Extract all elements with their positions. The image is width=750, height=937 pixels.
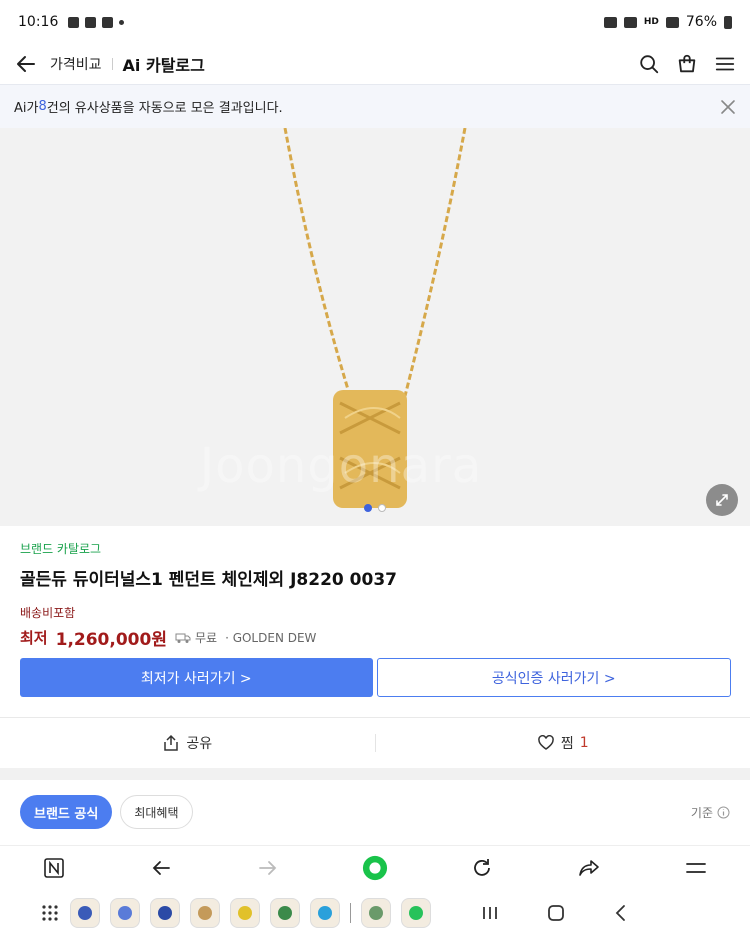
truck-icon [175, 633, 191, 643]
browser-back-button[interactable] [148, 855, 174, 881]
refresh-button[interactable] [469, 855, 495, 881]
divider [350, 903, 351, 923]
standard-info[interactable]: 기준 [691, 804, 730, 821]
app-header: 가격비교 Ai 카탈로그 [0, 44, 750, 84]
shopping-bag-icon[interactable] [676, 53, 698, 75]
shipping-included-label: 배송비포함 [20, 606, 76, 620]
info-icon [717, 806, 730, 818]
app-frame: 10:16 HD 76% 가격비교 Ai 카탈로그 Ai가 8건의 유사상품을 [0, 0, 750, 937]
status-time: 10:16 [18, 14, 59, 30]
back-arrow-icon [152, 860, 170, 875]
share-button[interactable]: 공유 [0, 733, 375, 753]
tablet-app-icon[interactable] [361, 898, 391, 928]
ai-banner-count: 8 [38, 99, 47, 114]
brand-catalog-label[interactable]: 브랜드 카탈로그 [20, 540, 730, 557]
price-value: 1,260,000원 [55, 630, 167, 650]
notification-icons [68, 16, 125, 28]
page-title: Ai 카탈로그 [122, 56, 205, 75]
naver-icon [43, 857, 64, 878]
ai-banner-prefix: Ai가 [14, 101, 39, 116]
alarm-icon [603, 16, 617, 28]
system-nav-bar [0, 889, 750, 937]
network-label: HD [643, 17, 659, 27]
notification-icon [68, 16, 80, 28]
bear-app-icon[interactable] [190, 898, 220, 928]
pager-dot[interactable] [378, 504, 386, 512]
tab-max-benefit[interactable]: 최대혜택 [120, 795, 193, 829]
wifi-icon [623, 16, 637, 28]
refresh-icon [474, 858, 491, 876]
recents-icon[interactable] [481, 905, 499, 921]
yellow-app-icon[interactable] [230, 898, 260, 928]
delivery-info: 무료 [175, 629, 217, 646]
green-app-icon[interactable] [270, 898, 300, 928]
lowest-price-button[interactable]: 최저가 사러가기 > [20, 658, 373, 697]
green-dot-button[interactable] [362, 855, 388, 881]
search-icon[interactable] [638, 53, 660, 75]
delivery-text: 무료 [194, 631, 218, 645]
header-actions [638, 53, 736, 75]
filter-tabs: 브랜드 공식 최대혜택 기준 [20, 795, 730, 829]
image-icon [102, 16, 114, 28]
ai-result-banner: Ai가 8 건의 유사상품을 자동으로 모은 결과입니다. [0, 84, 750, 128]
standard-label: 기준 [690, 805, 713, 820]
product-name: 골든듀 듀이터널스1 펜던트 체인제외 J8220 0037 [20, 570, 397, 590]
menu-icon [686, 862, 707, 873]
action-row: 공유 찜 1 [0, 718, 750, 768]
purchase-buttons: 최저가 사러가기 > 공식인증 사러가기 > [20, 658, 731, 697]
seller-name: · GOLDEN DEW [225, 630, 317, 645]
telegram-app-icon[interactable] [310, 898, 340, 928]
battery-percent: 76% [685, 14, 717, 30]
share-icon [164, 734, 179, 751]
system-buttons [481, 904, 629, 922]
share-arrow-icon [579, 859, 600, 876]
tab-brand-official[interactable]: 브랜드 공식 [20, 795, 113, 829]
naver-home-button[interactable] [41, 855, 67, 881]
browser-menu-button[interactable] [683, 855, 709, 881]
heart-icon [538, 735, 554, 750]
ai-banner-suffix: 건의 유사상품을 자동으로 모은 결과입니다. [46, 101, 283, 116]
wish-button[interactable]: 찜 1 [376, 733, 750, 753]
official-purchase-button[interactable]: 공식인증 사러가기 > [376, 658, 731, 697]
expand-icon [716, 494, 728, 506]
breadcrumb-price-compare[interactable]: 가격비교 [50, 54, 102, 74]
back-icon[interactable] [613, 904, 629, 922]
image-pager[interactable] [0, 504, 750, 512]
wish-count: 1 [579, 735, 589, 751]
product-image[interactable]: Joongonara [0, 128, 750, 526]
phone-app-icon[interactable] [70, 898, 100, 928]
battery-icon [724, 15, 732, 29]
blue-app-icon[interactable] [150, 898, 180, 928]
product-info: 브랜드 카탈로그 골든듀 듀이터널스1 펜던트 체인제외 J8220 0037 … [20, 540, 730, 650]
pager-dot[interactable] [364, 504, 372, 512]
browser-toolbar [0, 845, 750, 889]
expand-button[interactable] [706, 484, 738, 516]
wish-label: 찜 [560, 736, 574, 752]
chat-app-icon[interactable] [110, 898, 140, 928]
green-dot-icon [362, 855, 388, 880]
signal-icon [665, 16, 679, 28]
menu-icon[interactable] [714, 53, 736, 75]
price-row: 최저 1,260,000원 무료 · GOLDEN DEW [20, 625, 730, 650]
watermark: Joongonara [200, 438, 483, 494]
forward-arrow-icon [258, 860, 277, 875]
close-icon[interactable] [720, 99, 736, 115]
back-arrow-icon[interactable] [14, 52, 38, 76]
breadcrumb-separator [111, 58, 113, 70]
talk-icon [85, 16, 97, 28]
price-label: 최저 [20, 629, 48, 647]
section-divider [0, 768, 750, 780]
browser-forward-button[interactable] [255, 855, 281, 881]
home-icon[interactable] [547, 904, 565, 922]
share-label: 공유 [186, 736, 213, 752]
status-bar: 10:16 HD 76% [0, 0, 750, 44]
status-right: HD 76% [603, 14, 732, 30]
green-white-app-icon[interactable] [401, 898, 431, 928]
apps-grid-icon[interactable] [40, 903, 60, 923]
dot-icon [119, 19, 125, 25]
browser-share-button[interactable] [576, 855, 602, 881]
